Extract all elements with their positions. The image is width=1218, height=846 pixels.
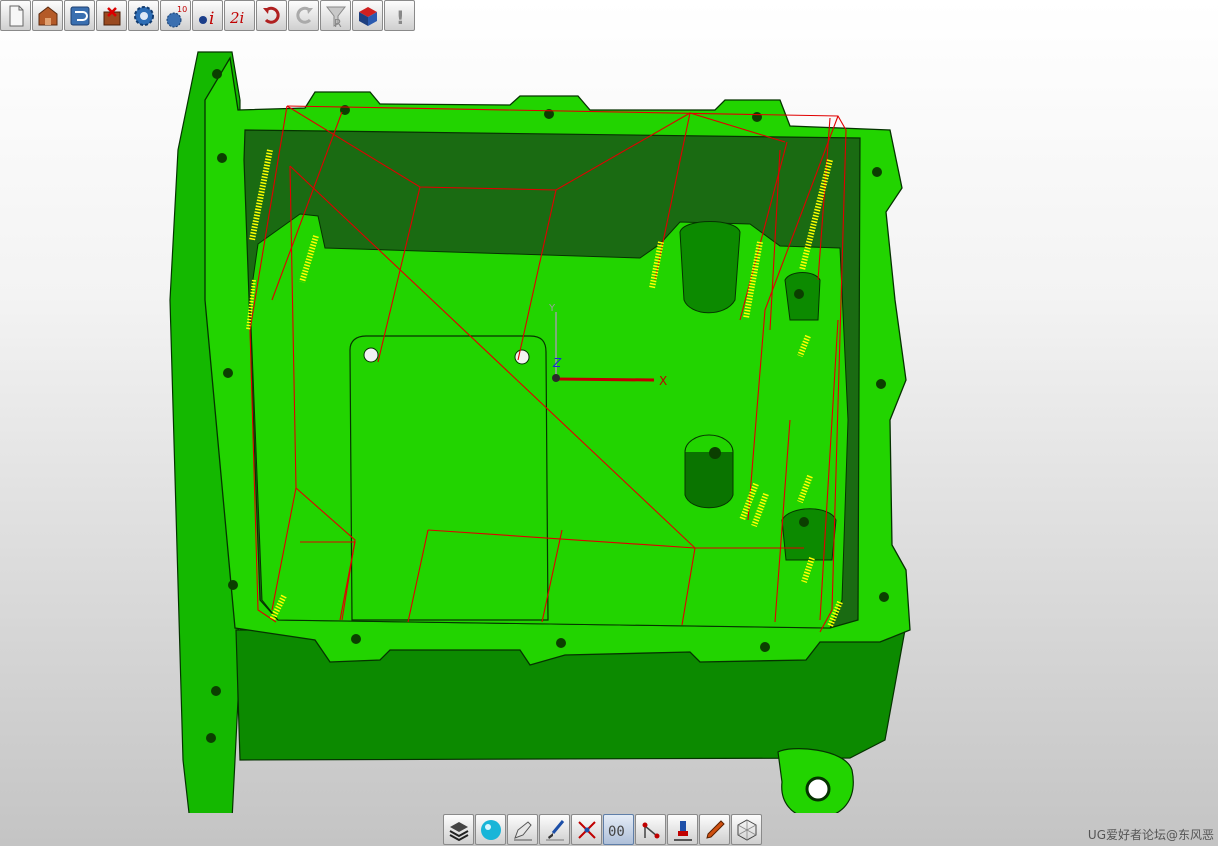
wireframe-icon <box>737 818 756 841</box>
boss-back <box>679 221 741 314</box>
info-button[interactable]: i <box>192 0 223 31</box>
svg-text:i: i <box>209 9 214 28</box>
watermark: UG爱好者论坛@东风恶 <box>1087 828 1214 842</box>
bottom-toolbar: 00 <box>443 814 762 845</box>
counter-button[interactable]: 00 <box>603 814 634 845</box>
svg-text:!: ! <box>396 7 405 28</box>
info-2-icon: 2i <box>229 9 245 27</box>
info-icon: i <box>198 9 214 28</box>
node-icon <box>642 822 659 838</box>
brush-icon <box>545 819 564 840</box>
redo-button[interactable] <box>288 0 319 31</box>
tool-holder-button[interactable] <box>667 814 698 845</box>
axis-y-label: Y <box>548 303 556 314</box>
svg-text:R: R <box>334 17 342 28</box>
settings-button[interactable] <box>128 0 159 31</box>
setup-button[interactable] <box>96 0 127 31</box>
part-model: X Y Z <box>169 51 911 813</box>
layers-button[interactable] <box>443 814 474 845</box>
alert-icon: ! <box>396 7 405 28</box>
node-button[interactable] <box>635 814 666 845</box>
svg-text:10: 10 <box>177 5 187 14</box>
tool-holder-icon <box>673 820 692 841</box>
pencil-button[interactable] <box>699 814 730 845</box>
axis-x-label: X <box>659 374 667 388</box>
top-toolbar: 10 i 2i R ! <box>0 0 415 31</box>
save-button[interactable] <box>64 0 95 31</box>
render-button[interactable] <box>475 814 506 845</box>
filter-icon: R <box>325 6 346 28</box>
redo-icon <box>295 6 313 24</box>
generate-toolpath-icon: 10 <box>166 5 187 27</box>
open-part-button[interactable] <box>32 0 63 31</box>
pen-icon <box>513 820 532 840</box>
save-icon <box>70 6 89 25</box>
material-block-button[interactable] <box>352 0 383 31</box>
new-file-button[interactable] <box>0 0 31 31</box>
svg-text:2i: 2i <box>229 9 245 27</box>
material-block-icon <box>358 6 377 26</box>
filter-button[interactable]: R <box>320 0 351 31</box>
counter-icon: 00 <box>608 824 625 840</box>
svg-text:00: 00 <box>608 824 625 840</box>
info-2-button[interactable]: 2i <box>224 0 255 31</box>
axis-z-label: Z <box>552 356 562 370</box>
pick-point-button[interactable] <box>571 814 602 845</box>
pen-button[interactable] <box>507 814 538 845</box>
undo-icon <box>262 6 280 24</box>
cavity-bottom <box>249 213 849 629</box>
undo-button[interactable] <box>256 0 287 31</box>
wireframe-button[interactable] <box>731 814 762 845</box>
layers-icon <box>449 821 468 841</box>
render-sphere-icon <box>480 819 501 840</box>
open-part-icon <box>38 5 57 25</box>
setup-icon <box>103 6 120 25</box>
gear-settings-icon <box>133 5 154 26</box>
generate-toolpath-button[interactable]: 10 <box>160 0 191 31</box>
pick-point-icon <box>577 820 596 839</box>
new-file-icon <box>9 5 23 26</box>
alert-button[interactable]: ! <box>384 0 415 31</box>
boss-cylinder <box>684 452 734 509</box>
3d-viewport[interactable]: X Y Z <box>0 33 1218 813</box>
brush-button[interactable] <box>539 814 570 845</box>
pencil-icon <box>705 819 725 839</box>
